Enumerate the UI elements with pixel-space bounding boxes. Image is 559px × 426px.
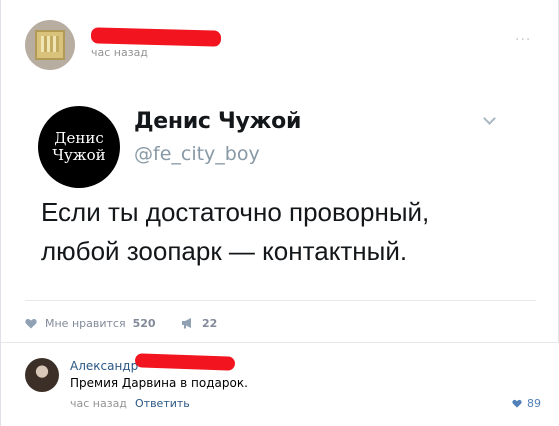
redacted-author-name xyxy=(90,27,222,47)
share-count: 22 xyxy=(202,316,218,330)
commenter-avatar[interactable] xyxy=(25,358,59,392)
post-card: час назад ... Денис Чужой Денис Чужой @f… xyxy=(0,0,559,426)
tweet-text: Если ты достаточно проворный, любой зооп… xyxy=(41,193,531,271)
comment-timestamp[interactable]: час назад xyxy=(70,397,127,410)
heart-icon xyxy=(25,318,37,328)
building-icon xyxy=(35,30,65,60)
tweet-avatar-text-line1: Денис xyxy=(54,129,104,147)
megaphone-icon xyxy=(182,318,191,329)
comment-text: Премия Дарвина в подарок. xyxy=(70,376,248,390)
tweet-author-avatar: Денис Чужой xyxy=(38,106,120,188)
tweet-author-name: Денис Чужой xyxy=(134,109,302,134)
like-count: 520 xyxy=(132,316,156,330)
tweet-text-line: Если ты достаточно проворный, xyxy=(41,197,430,227)
like-label: Мне нравится xyxy=(45,316,126,330)
share-button[interactable]: 22 xyxy=(181,316,217,330)
chevron-down-icon xyxy=(483,112,496,125)
comment-like-button[interactable]: 89 xyxy=(512,397,541,410)
comment-like-count: 89 xyxy=(527,397,541,410)
like-button[interactable]: Мне нравится 520 xyxy=(25,316,156,330)
post-timestamp[interactable]: час назад xyxy=(91,46,148,59)
more-options-icon[interactable]: ... xyxy=(515,28,531,44)
tweet-avatar-text-line2: Чужой xyxy=(52,146,106,164)
tweet-author-handle: @fe_city_boy xyxy=(134,143,260,165)
comment-author[interactable]: Александр xyxy=(70,359,138,373)
reply-link[interactable]: Ответить xyxy=(135,397,190,410)
divider xyxy=(25,300,536,301)
group-avatar[interactable] xyxy=(25,20,75,70)
tweet-text-line: любой зоопарк — контактный. xyxy=(41,236,408,266)
heart-icon xyxy=(512,399,522,408)
